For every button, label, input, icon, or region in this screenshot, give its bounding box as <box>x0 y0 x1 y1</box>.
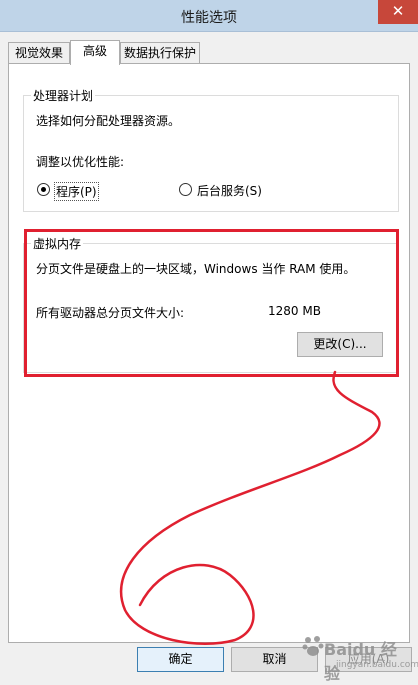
window-title: 性能选项 <box>181 10 237 26</box>
processor-group-title: 处理器计划 <box>31 87 96 104</box>
paw-logo-icon <box>302 636 324 656</box>
advanced-tab-panel: 处理器计划 选择如何分配处理器资源。 调整以优化性能: 程序(P) 后台服务(S… <box>8 63 410 643</box>
programs-radio-label[interactable]: 程序(P) <box>54 182 99 201</box>
total-paging-size-value: 1280 MB <box>268 304 321 318</box>
close-icon: ✕ <box>391 2 405 20</box>
tab-advanced[interactable]: 高级 <box>70 40 120 65</box>
adjust-performance-label: 调整以优化性能: <box>36 155 125 169</box>
close-button[interactable]: ✕ <box>378 0 418 24</box>
performance-options-dialog: 性能选项 ✕ 视觉效果 高级 数据执行保护 处理器计划 选择如何分配处理器资源。… <box>0 0 418 685</box>
programs-radio[interactable] <box>37 183 50 196</box>
background-services-label[interactable]: 后台服务(S) <box>197 182 262 199</box>
tab-data-execution-prevention[interactable]: 数据执行保护 <box>120 42 200 64</box>
virtual-memory-group-title: 虚拟内存 <box>31 235 84 252</box>
change-virtual-memory-button[interactable]: 更改(C)... <box>297 332 383 357</box>
title-bar[interactable]: 性能选项 ✕ <box>0 0 418 32</box>
watermark-url: jingyan.baidu.com <box>336 660 418 670</box>
paging-file-description: 分页文件是硬盘上的一块区域，Windows 当作 RAM 使用。 <box>36 262 356 276</box>
processor-description: 选择如何分配处理器资源。 <box>36 114 181 128</box>
radio-selected-dot <box>41 187 46 192</box>
tab-visual-effects[interactable]: 视觉效果 <box>8 42 70 64</box>
total-paging-size-label: 所有驱动器总分页文件大小: <box>36 306 185 320</box>
baidu-watermark: Baidu 经验 jingyan.baidu.com <box>302 630 418 683</box>
ok-button[interactable]: 确定 <box>137 647 224 672</box>
background-services-radio[interactable] <box>179 183 192 196</box>
